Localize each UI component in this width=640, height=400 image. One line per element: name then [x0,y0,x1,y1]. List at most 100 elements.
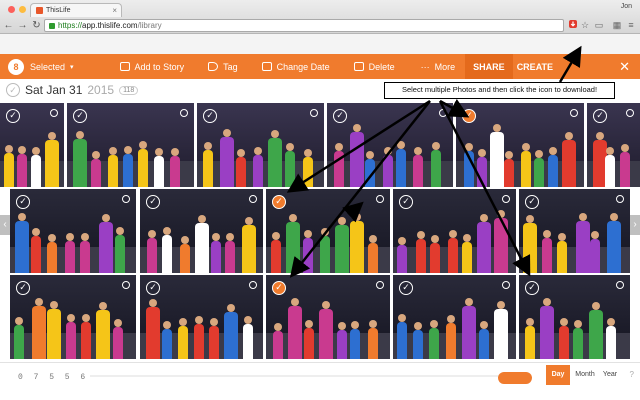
select-photo-check-icon[interactable]: ✓ [272,281,286,295]
share-button[interactable]: SHARE [465,54,513,79]
timeline-track[interactable] [90,375,530,377]
select-photo-check-icon[interactable]: ✓ [146,281,160,295]
photo-person [572,328,583,359]
zoom-photo-icon[interactable] [502,281,510,289]
photo-person-head [162,321,171,330]
back-icon[interactable]: ← [3,19,14,32]
photo-person [559,326,570,359]
scroll-right-icon[interactable]: › [630,215,640,235]
select-photo-check-icon[interactable]: ✓ [16,281,30,295]
select-photo-check-icon[interactable]: ✓ [146,195,160,209]
add-to-story-button[interactable]: Add to Story [119,54,184,79]
zoom-photo-icon[interactable] [50,109,58,117]
zoom-photo-icon[interactable] [249,195,257,203]
cast-icon[interactable]: ▭ [594,19,604,31]
more-button[interactable]: ··· More [421,54,456,79]
photo-person [286,221,301,273]
forward-icon[interactable]: → [17,19,28,32]
photo-person-head [335,143,344,152]
month-tab[interactable]: Month [572,365,598,385]
close-selection-icon[interactable]: ✕ [619,60,630,73]
photo-tile[interactable]: ✓ [10,189,136,273]
select-photo-check-icon[interactable]: ✓ [525,195,539,209]
select-photo-check-icon[interactable]: ✓ [593,109,607,123]
photo-tile[interactable]: ✓ [67,103,194,187]
zoom-photo-icon[interactable] [616,281,624,289]
extension-icon[interactable]: ▦ [612,19,622,31]
photo-tile[interactable]: ✓ [519,189,630,273]
group-date: Sat Jan 31 [25,83,83,97]
scroll-left-icon[interactable]: ‹ [0,215,10,235]
photo-person-head [49,301,58,310]
photo-tile[interactable]: ✓ [393,275,516,359]
timeline-slider[interactable] [498,372,532,384]
change-date-button[interactable]: Change Date [261,54,330,79]
zoom-photo-icon[interactable] [122,195,130,203]
delete-button[interactable]: Delete [353,54,395,79]
zoom-photo-icon[interactable] [570,109,578,117]
select-photo-check-icon[interactable]: ✓ [333,109,347,123]
year-tab[interactable]: Year [600,365,620,385]
download-extension-icon[interactable] [568,19,578,31]
day-tab[interactable]: Day [546,365,570,385]
photo-person-head [462,234,471,243]
select-photo-check-icon[interactable]: ✓ [399,195,413,209]
photo-person-head [123,145,132,154]
zoom-photo-icon[interactable] [376,281,384,289]
reload-icon[interactable]: ↻ [31,19,42,32]
photo-person [17,153,28,187]
menu-icon[interactable]: ≡ [626,19,636,31]
photo-person-head [353,124,362,133]
photo-tile[interactable]: ✓ [266,189,390,273]
tag-button[interactable]: Tag [208,54,238,79]
select-photo-check-icon[interactable]: ✓ [203,109,217,123]
minimize-window-icon[interactable] [19,6,26,13]
zoom-photo-icon[interactable] [180,109,188,117]
select-photo-check-icon[interactable]: ✓ [6,109,20,123]
photo-tile[interactable]: ✓ [456,103,584,187]
select-photo-check-icon[interactable]: ✓ [73,109,87,123]
help-icon[interactable]: ? [630,370,634,379]
photo-person [268,137,283,187]
photo-tile[interactable]: ✓ [10,275,136,359]
select-photo-check-icon[interactable]: ✓ [272,195,286,209]
browser-tab[interactable]: ThisLife × [30,3,122,17]
photo-tile[interactable]: ✓ [266,275,390,359]
tab-close-icon[interactable]: × [112,6,117,15]
photo-tile[interactable]: ✓ [327,103,453,187]
select-photo-check-icon[interactable]: ✓ [525,281,539,295]
photo-person [225,241,236,273]
create-button[interactable]: CREATE [517,54,553,79]
profile-name[interactable]: Jon [621,3,632,10]
zoom-photo-icon[interactable] [439,109,447,117]
select-photo-check-icon[interactable]: ✓ [16,195,30,209]
zoom-photo-icon[interactable] [376,195,384,203]
photo-tile[interactable]: ✓ [0,103,64,187]
select-photo-check-icon[interactable]: ✓ [399,281,413,295]
photo-tile[interactable]: ✓ [140,189,263,273]
photo-person [489,132,504,187]
zoom-photo-icon[interactable] [616,195,624,203]
photo-person [253,154,263,187]
address-bar[interactable]: https:// app.thislife.com /library [44,19,564,32]
bookmark-star-icon[interactable]: ☆ [580,19,590,31]
zoom-photo-icon[interactable] [502,195,510,203]
zoom-photo-icon[interactable] [122,281,130,289]
tag-icon [208,62,219,71]
zoom-photo-icon[interactable] [249,281,257,289]
photo-person [397,244,408,273]
photo-count-badge: 118 [119,85,139,95]
photo-tile[interactable]: ✓ [587,103,640,187]
photo-tile[interactable]: ✓ [519,275,630,359]
selected-dropdown[interactable]: Selected ▾ [30,54,74,79]
photo-tile[interactable]: ✓ [197,103,324,187]
photo-person-head [492,124,501,133]
photo-tile[interactable]: ✓ [393,189,516,273]
photo-tile[interactable]: ✓ [140,275,263,359]
select-all-check-icon[interactable]: ✓ [6,83,20,97]
photo-person [606,220,621,273]
close-window-icon[interactable] [8,6,15,13]
select-photo-check-icon[interactable]: ✓ [462,109,476,123]
zoom-photo-icon[interactable] [310,109,318,117]
zoom-photo-icon[interactable] [626,109,634,117]
